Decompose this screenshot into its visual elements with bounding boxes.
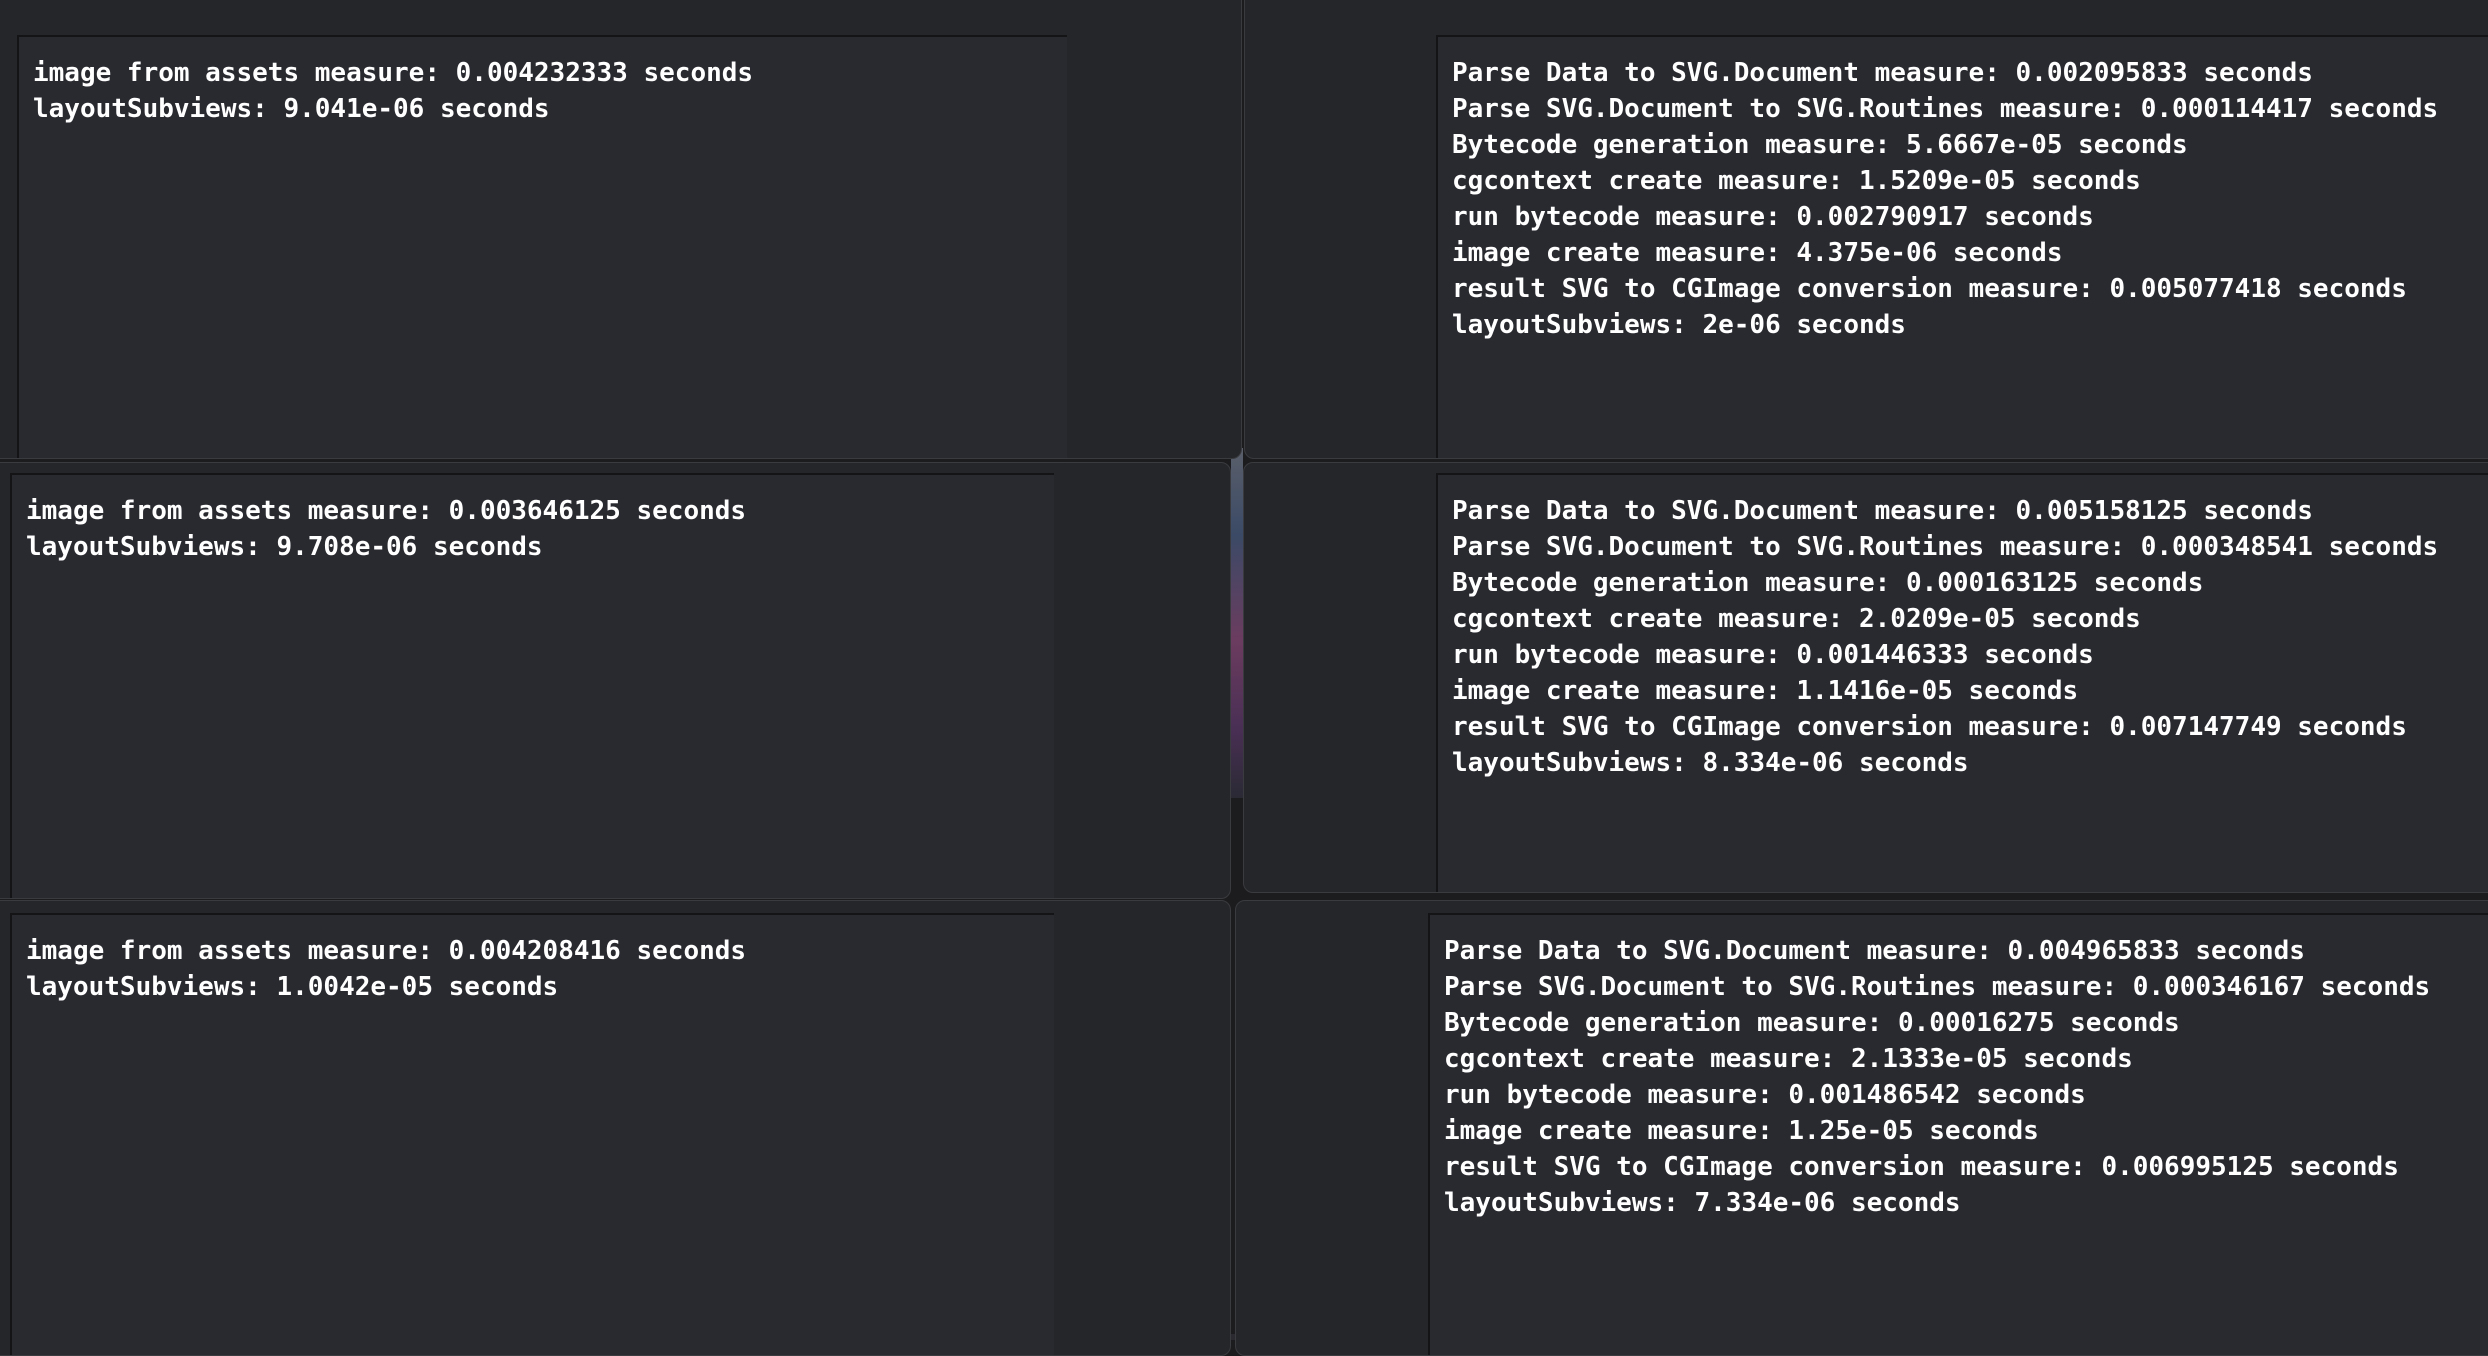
debug-console-panel: Parse Data to SVG.Document measure: 0.00… <box>1428 913 2488 1355</box>
console-line: layoutSubviews: 9.708e-06 seconds <box>26 532 543 562</box>
xcode-window-row1-left: image from assets measure: 0.004232333 s… <box>0 0 1242 459</box>
console-line: image create measure: 1.1416e-05 seconds <box>1452 676 2079 706</box>
console-output: Parse Data to SVG.Document measure: 0.00… <box>1452 55 2438 343</box>
debug-console-panel: image from assets measure: 0.004208416 s… <box>10 913 1054 1355</box>
console-line: result SVG to CGImage conversion measure… <box>1444 1152 2399 1182</box>
console-line: cgcontext create measure: 2.0209e-05 sec… <box>1452 604 2141 634</box>
console-line: Parse Data to SVG.Document measure: 0.00… <box>1444 936 2305 966</box>
console-line: run bytecode measure: 0.001486542 second… <box>1444 1080 2086 1110</box>
console-output: Parse Data to SVG.Document measure: 0.00… <box>1452 493 2438 781</box>
console-line: Parse SVG.Document to SVG.Routines measu… <box>1452 94 2439 124</box>
console-line: Parse Data to SVG.Document measure: 0.00… <box>1452 58 2313 88</box>
console-line: Bytecode generation measure: 5.6667e-05 … <box>1452 130 2188 160</box>
console-line: image from assets measure: 0.004232333 s… <box>33 58 754 88</box>
console-line: Bytecode generation measure: 0.00016275 … <box>1444 1008 2180 1038</box>
console-output: image from assets measure: 0.004208416 s… <box>26 933 746 1005</box>
console-line: image create measure: 1.25e-05 seconds <box>1444 1116 2039 1146</box>
console-line: Parse Data to SVG.Document measure: 0.00… <box>1452 496 2313 526</box>
console-output: Parse Data to SVG.Document measure: 0.00… <box>1444 933 2430 1221</box>
debug-console-panel: Parse Data to SVG.Document measure: 0.00… <box>1436 473 2488 892</box>
console-line: layoutSubviews: 2e-06 seconds <box>1452 310 1906 340</box>
console-line: result SVG to CGImage conversion measure… <box>1452 712 2407 742</box>
console-line: cgcontext create measure: 1.5209e-05 sec… <box>1452 166 2141 196</box>
desktop-background-strip <box>1231 448 1243 798</box>
console-line: Parse SVG.Document to SVG.Routines measu… <box>1452 532 2439 562</box>
xcode-window-row3-right: Parse Data to SVG.Document measure: 0.00… <box>1235 900 2488 1356</box>
console-output: image from assets measure: 0.003646125 s… <box>26 493 746 565</box>
debug-console-panel: image from assets measure: 0.004232333 s… <box>17 35 1067 458</box>
console-line: layoutSubviews: 9.041e-06 seconds <box>33 94 550 124</box>
console-line: Bytecode generation measure: 0.000163125… <box>1452 568 2204 598</box>
console-line: run bytecode measure: 0.001446333 second… <box>1452 640 2094 670</box>
console-line: layoutSubviews: 7.334e-06 seconds <box>1444 1188 1961 1218</box>
xcode-window-row1-right: Parse Data to SVG.Document measure: 0.00… <box>1244 0 2488 459</box>
console-line: result SVG to CGImage conversion measure… <box>1452 274 2407 304</box>
console-line: image create measure: 4.375e-06 seconds <box>1452 238 2063 268</box>
xcode-window-row2-left: image from assets measure: 0.003646125 s… <box>0 462 1231 899</box>
console-output: image from assets measure: 0.004232333 s… <box>33 55 753 127</box>
xcode-window-row3-left: image from assets measure: 0.004208416 s… <box>0 900 1231 1356</box>
console-line: Parse SVG.Document to SVG.Routines measu… <box>1444 972 2431 1002</box>
console-line: run bytecode measure: 0.002790917 second… <box>1452 202 2094 232</box>
debug-console-panel: image from assets measure: 0.003646125 s… <box>10 473 1054 898</box>
xcode-window-row2-right: Parse Data to SVG.Document measure: 0.00… <box>1243 462 2488 893</box>
console-line: layoutSubviews: 1.0042e-05 seconds <box>26 972 559 1002</box>
debug-console-panel: Parse Data to SVG.Document measure: 0.00… <box>1436 35 2488 458</box>
console-line: image from assets measure: 0.003646125 s… <box>26 496 747 526</box>
console-line: layoutSubviews: 8.334e-06 seconds <box>1452 748 1969 778</box>
console-line: image from assets measure: 0.004208416 s… <box>26 936 747 966</box>
console-line: cgcontext create measure: 2.1333e-05 sec… <box>1444 1044 2133 1074</box>
